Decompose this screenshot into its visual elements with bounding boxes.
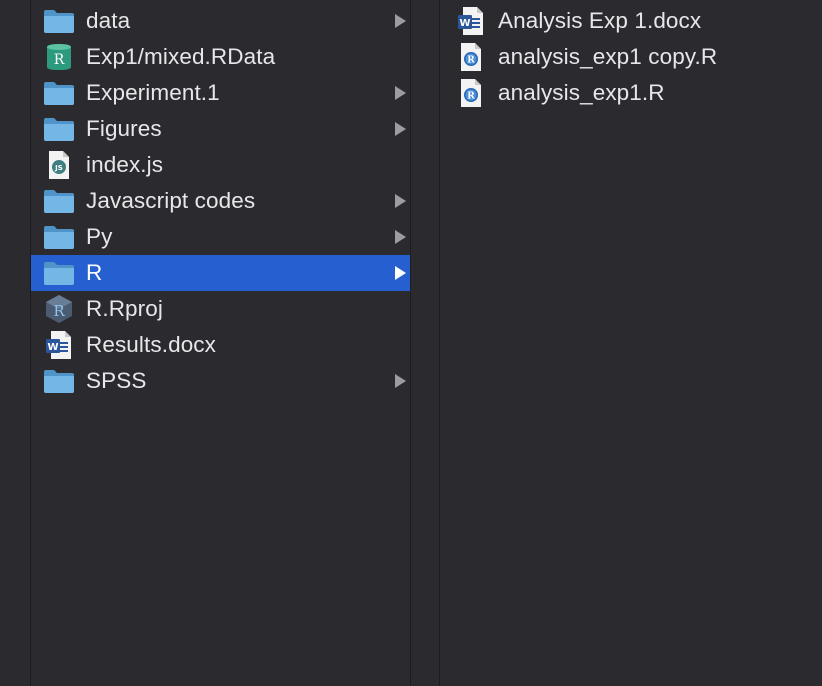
r-script-icon: R <box>455 79 487 107</box>
chevron-right-icon <box>395 194 406 208</box>
chevron-right-icon <box>395 122 406 136</box>
folder-icon <box>43 115 75 143</box>
folder-icon <box>43 7 75 35</box>
list-item-label: Javascript codes <box>86 188 256 213</box>
list-item-label: analysis_exp1 copy.R <box>498 44 718 69</box>
svg-text:W: W <box>459 18 470 29</box>
list-item-label: data <box>86 8 131 33</box>
list-item-label: Results.docx <box>86 332 217 357</box>
word-doc-icon: W <box>455 7 487 35</box>
list-item-javascript-codes[interactable]: Javascript codes <box>31 183 410 219</box>
list-item-analysis-exp1-copy-r[interactable]: R analysis_exp1 copy.R <box>440 39 822 75</box>
svg-text:R: R <box>467 56 475 66</box>
chevron-right-icon <box>395 14 406 28</box>
folder-icon <box>43 187 75 215</box>
list-item-r[interactable]: R <box>31 255 410 291</box>
list-item-results-docx[interactable]: W Results.docx <box>31 327 410 363</box>
js-file-icon: JS <box>43 151 75 179</box>
list-item-analysis-exp-1-docx[interactable]: W Analysis Exp 1.docx <box>440 3 822 39</box>
previous-column[interactable] <box>0 0 31 686</box>
list-item-label: Analysis Exp 1.docx <box>498 8 702 33</box>
folder-icon <box>43 223 75 251</box>
svg-text:JS: JS <box>54 164 63 172</box>
list-item-experiment-1[interactable]: Experiment.1 <box>31 75 410 111</box>
list-item-label: SPSS <box>86 368 147 393</box>
parent-folder-column[interactable]: data R Exp1/mixed.RData Experiment.1 Fig… <box>31 0 410 686</box>
r-script-icon: R <box>455 43 487 71</box>
list-item-label: Figures <box>86 116 162 141</box>
chevron-right-icon <box>395 86 406 100</box>
folder-icon <box>43 367 75 395</box>
svg-text:R: R <box>53 302 65 320</box>
rdata-file-icon: R <box>43 43 75 71</box>
svg-text:R: R <box>54 52 65 68</box>
column-divider[interactable] <box>410 0 440 686</box>
list-item-index-js[interactable]: JS index.js <box>31 147 410 183</box>
folder-icon <box>43 79 75 107</box>
finder-column-view: data R Exp1/mixed.RData Experiment.1 Fig… <box>0 0 822 686</box>
list-item-label: index.js <box>86 152 164 177</box>
r-folder-column[interactable]: W Analysis Exp 1.docx R analysis_exp1 co… <box>440 0 822 686</box>
svg-text:R: R <box>467 92 475 102</box>
list-item-spss[interactable]: SPSS <box>31 363 410 399</box>
svg-text:W: W <box>47 342 58 353</box>
folder-icon <box>43 259 75 287</box>
file-list: W Analysis Exp 1.docx R analysis_exp1 co… <box>440 3 822 111</box>
list-item-label: R.Rproj <box>86 296 163 321</box>
list-item-label: Py <box>86 224 113 249</box>
list-item-label: R <box>86 260 103 285</box>
list-item-r-rproj[interactable]: R R.Rproj <box>31 291 410 327</box>
list-item-analysis-exp1-r[interactable]: R analysis_exp1.R <box>440 75 822 111</box>
list-item-py[interactable]: Py <box>31 219 410 255</box>
chevron-right-icon <box>395 230 406 244</box>
rproj-file-icon: R <box>43 295 75 323</box>
chevron-right-icon <box>395 374 406 388</box>
file-list: data R Exp1/mixed.RData Experiment.1 Fig… <box>31 3 410 399</box>
chevron-right-icon <box>395 266 406 280</box>
list-item-figures[interactable]: Figures <box>31 111 410 147</box>
list-item-label: analysis_exp1.R <box>498 80 665 105</box>
list-item-data[interactable]: data <box>31 3 410 39</box>
list-item-label: Exp1/mixed.RData <box>86 44 276 69</box>
list-item-exp1-mixed-rdata[interactable]: R Exp1/mixed.RData <box>31 39 410 75</box>
word-doc-icon: W <box>43 331 75 359</box>
list-item-label: Experiment.1 <box>86 80 220 105</box>
